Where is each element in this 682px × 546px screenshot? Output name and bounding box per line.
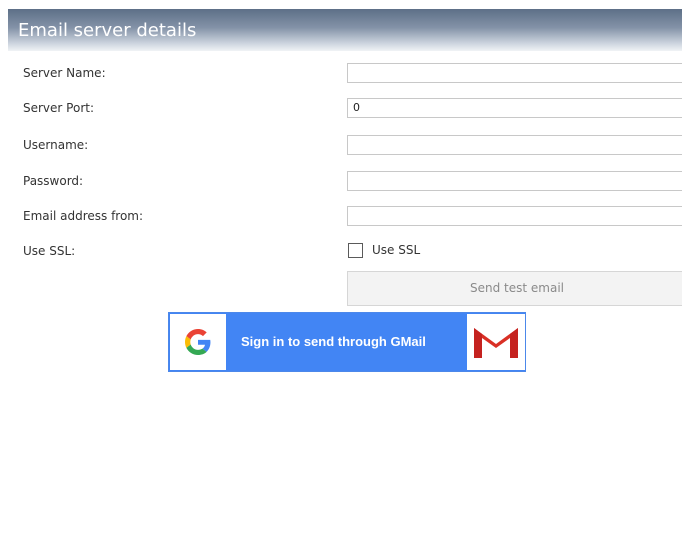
google-g-icon (185, 329, 211, 355)
google-logo-box (170, 314, 226, 370)
gmail-signin-button[interactable]: Sign in to send through GMail (168, 312, 526, 372)
username-input[interactable] (347, 135, 682, 155)
password-row: Password: (0, 170, 682, 194)
server-port-row: Server Port: 0 (0, 97, 682, 121)
send-test-email-button[interactable]: Send test email (347, 271, 682, 306)
email-from-label: Email address from: (23, 209, 144, 223)
section-header: Email server details (8, 9, 682, 51)
password-input[interactable] (347, 171, 682, 191)
username-label: Username: (23, 138, 89, 152)
server-port-label: Server Port: (23, 101, 94, 115)
username-row: Username: (0, 134, 682, 158)
email-from-row: Email address from: (0, 205, 682, 229)
gmail-logo-box (467, 314, 525, 370)
gmail-signin-label: Sign in to send through GMail (241, 334, 426, 349)
server-name-label: Server Name: (23, 66, 106, 80)
password-label: Password: (23, 174, 84, 188)
use-ssl-checkbox-label[interactable]: Use SSL (372, 243, 420, 257)
use-ssl-checkbox[interactable] (348, 243, 363, 258)
server-name-input[interactable] (347, 63, 682, 83)
section-title: Email server details (18, 20, 197, 41)
server-name-row: Server Name: (0, 62, 682, 86)
use-ssl-row: Use SSL: Use SSL (0, 240, 682, 264)
gmail-m-icon (474, 326, 518, 358)
email-from-input[interactable] (347, 206, 682, 226)
server-port-input[interactable]: 0 (347, 98, 682, 118)
use-ssl-label: Use SSL: (23, 244, 76, 258)
